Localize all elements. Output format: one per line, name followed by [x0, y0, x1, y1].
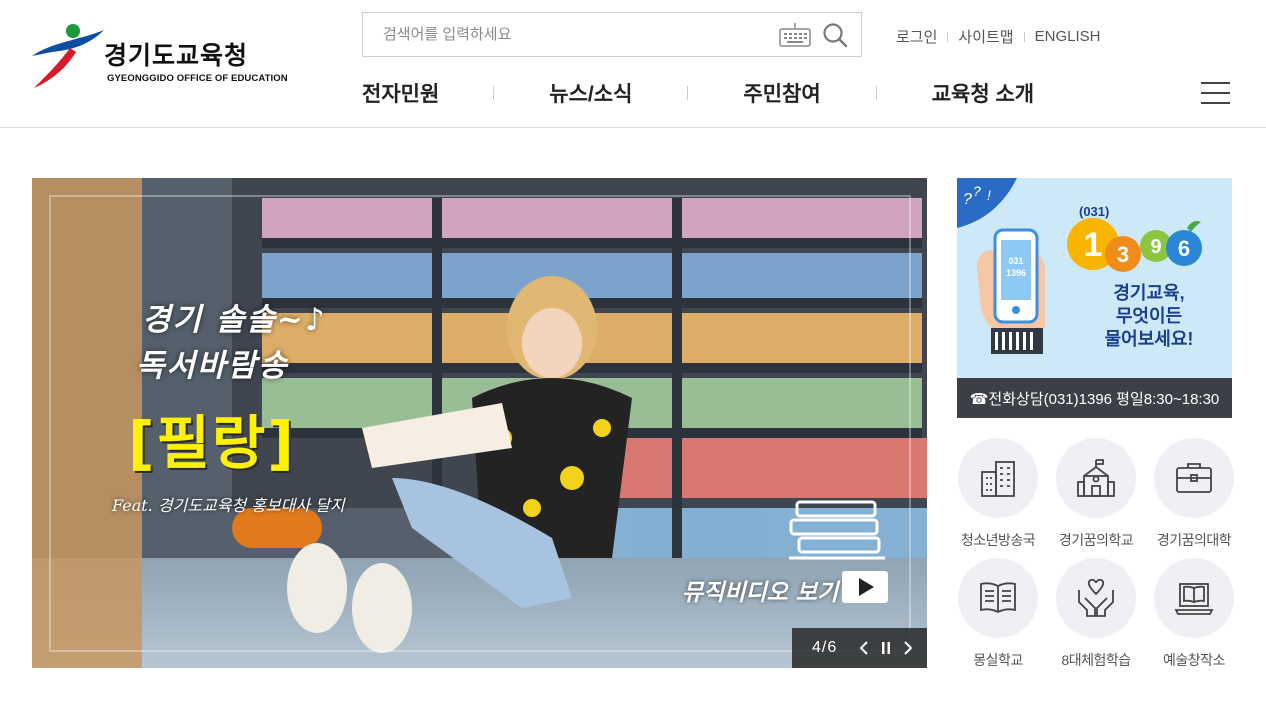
quick-links: 청소년방송국 경기꿈의학교 경기꿈의대학 몽실학교 8대체험학습 예술창작소	[949, 438, 1242, 678]
logo-text-ko: 경기도교육청	[104, 42, 249, 70]
sitemap-link[interactable]: 사이트맵	[958, 26, 1013, 47]
school-icon	[1077, 459, 1115, 497]
quick-link-label: 8대체험학습	[1061, 652, 1131, 668]
banner-line2: 무엇이든	[1115, 306, 1183, 326]
number-prefix: (031)	[1079, 204, 1109, 219]
english-link[interactable]: ENGLISH	[1035, 28, 1101, 45]
heart-hands-icon	[1078, 578, 1114, 617]
chevron-right-icon	[904, 641, 913, 655]
call-center-banner[interactable]: ? ? ! (031) 1 3 9 6 031 1396 경기교육, 무엇이든 …	[957, 178, 1232, 418]
logo-mark-icon	[32, 24, 104, 88]
phone-screen-text: 031	[1008, 256, 1023, 266]
slide-counter: 4/6	[812, 639, 838, 656]
nav-item-news[interactable]: 뉴스/소식	[549, 78, 632, 108]
quick-link-label: 청소년방송국	[960, 532, 1036, 548]
logo[interactable]: 경기도교육청 GYEONGGIDO OFFICE OF EDUCATION	[30, 22, 292, 90]
number-digit: 1	[1084, 226, 1103, 264]
number-digit: 9	[1150, 236, 1161, 258]
divider	[687, 86, 689, 100]
slide-title-line1: 경기 솔솔~♪	[142, 302, 327, 338]
banner-message: 경기교육, 무엇이든 물어보세요!	[1079, 282, 1219, 351]
logo-text-en: GYEONGGIDO OFFICE OF EDUCATION	[107, 73, 288, 84]
nav-item-participation[interactable]: 주민참여	[743, 78, 820, 108]
pause-icon	[882, 642, 891, 654]
contact-info: ☎전화상담(031)1396 평일8:30~18:30	[957, 378, 1232, 418]
books-icon	[789, 500, 885, 560]
nav-item-about[interactable]: 교육청 소개	[932, 78, 1034, 108]
quick-link-circle	[1056, 558, 1136, 638]
quick-link-circle	[958, 558, 1038, 638]
quick-link-mongsil-school[interactable]: 몽실학교	[949, 558, 1047, 678]
building-icon	[981, 461, 1015, 497]
music-video-label[interactable]: 뮤직비디오 보기	[682, 573, 838, 607]
banner-line1: 경기교육,	[1113, 283, 1185, 303]
divider	[1023, 31, 1025, 42]
book-icon	[980, 582, 1016, 614]
menu-icon-bar	[1201, 82, 1230, 84]
search-box	[362, 12, 862, 57]
slide-feat-text: Feat. 경기도교육청 홍보대사 달지	[112, 496, 345, 515]
main-nav: 전자민원 뉴스/소식 주민참여 교육청 소개	[362, 78, 1034, 108]
quick-link-dream-university[interactable]: 경기꿈의대학	[1145, 438, 1243, 558]
slide-pager: 4/6	[792, 628, 927, 668]
number-digit: 3	[1117, 242, 1129, 267]
banner-line3: 물어보세요!	[1104, 329, 1194, 349]
divider	[875, 86, 877, 100]
quick-link-art-studio[interactable]: 예술창작소	[1145, 558, 1243, 678]
main-visual-slide[interactable]: 경기 솔솔~♪ 독서바람송 [필랑] Feat. 경기도교육청 홍보대사 달지 …	[32, 178, 927, 668]
menu-icon-bar	[1201, 92, 1230, 94]
quick-link-label: 예술창작소	[1163, 652, 1225, 668]
quick-link-circle	[1154, 438, 1234, 518]
utility-links: 로그인 사이트맵 ENGLISH	[896, 26, 1100, 47]
play-icon[interactable]	[842, 571, 888, 603]
phone-screen-text: 1396	[1006, 268, 1026, 278]
quick-link-circle	[1154, 558, 1234, 638]
slide-title-line2: 독서바람송	[136, 348, 289, 384]
next-slide-button[interactable]	[897, 637, 919, 659]
quick-link-circle	[1056, 438, 1136, 518]
quick-link-label: 경기꿈의학교	[1058, 532, 1134, 548]
quick-link-youth-broadcast[interactable]: 청소년방송국	[949, 438, 1047, 558]
divider	[493, 86, 495, 100]
laptop-icon	[1174, 583, 1214, 615]
search-input[interactable]	[363, 13, 763, 56]
login-link[interactable]: 로그인	[896, 26, 937, 47]
chevron-left-icon	[859, 641, 868, 655]
prev-slide-button[interactable]	[853, 637, 875, 659]
nav-item-civil-service[interactable]: 전자민원	[362, 78, 439, 108]
keyboard-icon[interactable]	[779, 22, 811, 48]
slide-main-title: [필랑]	[128, 409, 296, 477]
quick-link-experience-learning[interactable]: 8대체험학습	[1047, 558, 1145, 678]
menu-icon-bar	[1201, 102, 1230, 104]
pause-slide-button[interactable]	[875, 637, 897, 659]
quick-link-label: 몽실학교	[973, 652, 1023, 668]
number-digit: 6	[1178, 236, 1190, 261]
number-1396-labels: (031) 1 3 9 6 031 1396	[1006, 204, 1190, 278]
quick-link-dream-school[interactable]: 경기꿈의학교	[1047, 438, 1145, 558]
menu-icon[interactable]	[1201, 80, 1231, 106]
divider	[947, 31, 949, 42]
site-header: 경기도교육청 GYEONGGIDO OFFICE OF EDUCATION 로그…	[0, 0, 1266, 128]
briefcase-icon	[1176, 463, 1212, 493]
quick-link-circle	[958, 438, 1038, 518]
quick-link-label: 경기꿈의대학	[1156, 532, 1232, 548]
search-icon[interactable]	[821, 21, 849, 49]
